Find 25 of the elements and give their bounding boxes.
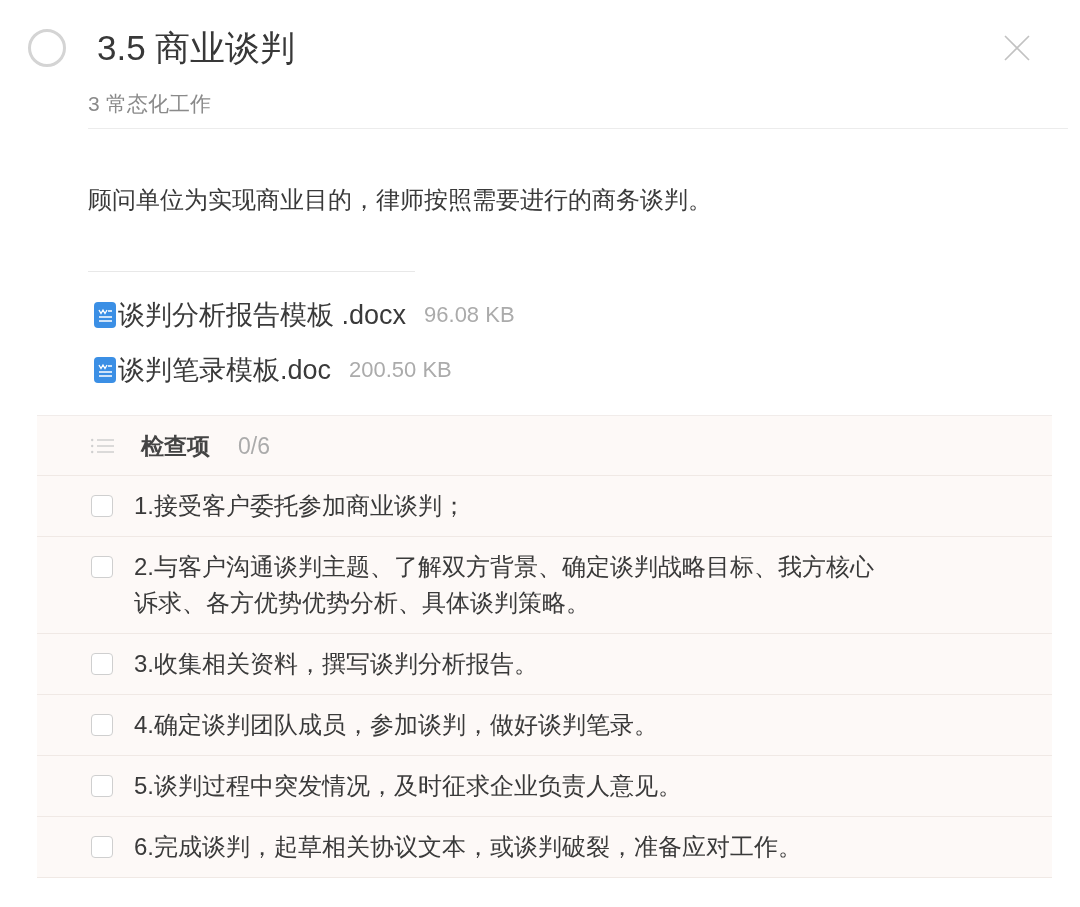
- checklist-item-text: 1.接受客户委托参加商业谈判；: [134, 491, 466, 521]
- checkbox[interactable]: [91, 714, 113, 736]
- list-icon: [91, 437, 114, 454]
- attachment-size: 200.50 KB: [349, 356, 452, 384]
- attachment-name[interactable]: 谈判分析报告模板 .docx: [118, 297, 407, 333]
- document-file-icon: [94, 302, 116, 328]
- attachment-name[interactable]: 谈判笔录模板.doc: [118, 352, 332, 388]
- checklist-count: 0/6: [238, 431, 270, 461]
- checkbox[interactable]: [91, 495, 113, 517]
- checkbox[interactable]: [91, 556, 113, 578]
- close-icon[interactable]: [1004, 35, 1030, 61]
- task-description: 顾问单位为实现商业目的，律师按照需要进行的商务谈判。: [88, 185, 712, 215]
- checkbox[interactable]: [91, 653, 113, 675]
- attachment-size: 96.08 KB: [424, 301, 515, 329]
- task-title: 3.5 商业谈判: [97, 28, 296, 68]
- checklist-item-text: 5.谈判过程中突发情况，及时征求企业负责人意见。: [134, 771, 682, 801]
- checkbox[interactable]: [91, 836, 113, 858]
- checklist-item-text: 4.确定谈判团队成员，参加谈判，做好谈判笔录。: [134, 710, 658, 740]
- checklist-item-text: 3.收集相关资料，撰写谈判分析报告。: [134, 649, 538, 679]
- document-file-icon: [94, 357, 116, 383]
- checklist-item-text: 2.与客户沟通谈判主题、了解双方背景、确定谈判战略目标、我方核心诉求、各方优势优势分析、具体谈判策略。: [134, 552, 875, 618]
- checkbox[interactable]: [91, 775, 113, 797]
- checklist-item-text: 6.完成谈判，起草相关协议文本，或谈判破裂，准备应对工作。: [134, 832, 802, 862]
- parent-task-link[interactable]: 3 常态化工作: [88, 90, 211, 118]
- checklist-title: 检查项: [141, 431, 210, 461]
